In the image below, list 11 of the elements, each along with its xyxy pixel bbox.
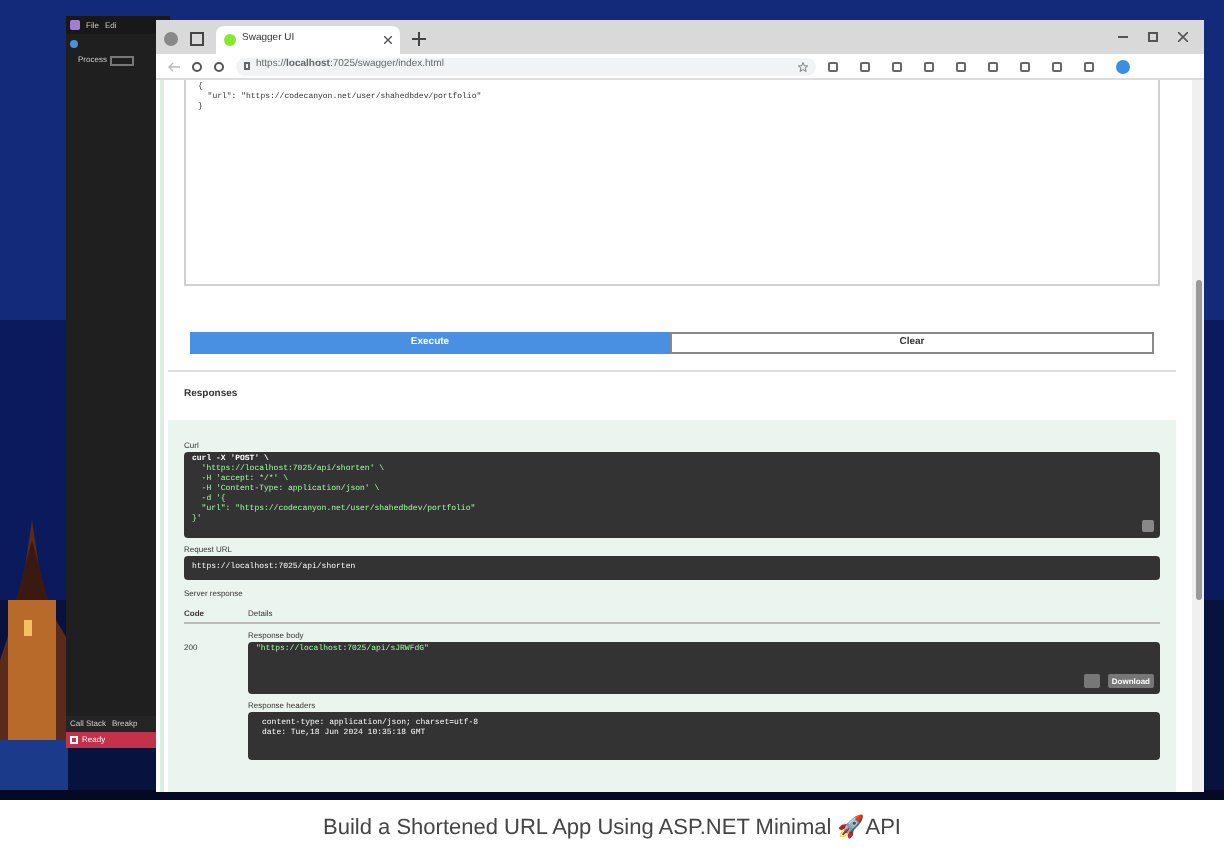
site-info-icon [244,62,250,70]
process-field[interactable] [110,55,135,65]
copilot-icon[interactable] [1116,59,1130,73]
close-tab-icon[interactable] [384,36,392,44]
swagger-icon [224,34,236,46]
caption: Build a Shortened URL App Using ASP.NET Minimal 🚀API [323,812,901,844]
close-icon[interactable] [1178,32,1188,42]
new-tab-icon[interactable] [412,32,426,46]
maximize-icon[interactable] [1148,32,1158,42]
star-icon[interactable] [798,61,808,71]
app-logo-icon [70,20,80,30]
